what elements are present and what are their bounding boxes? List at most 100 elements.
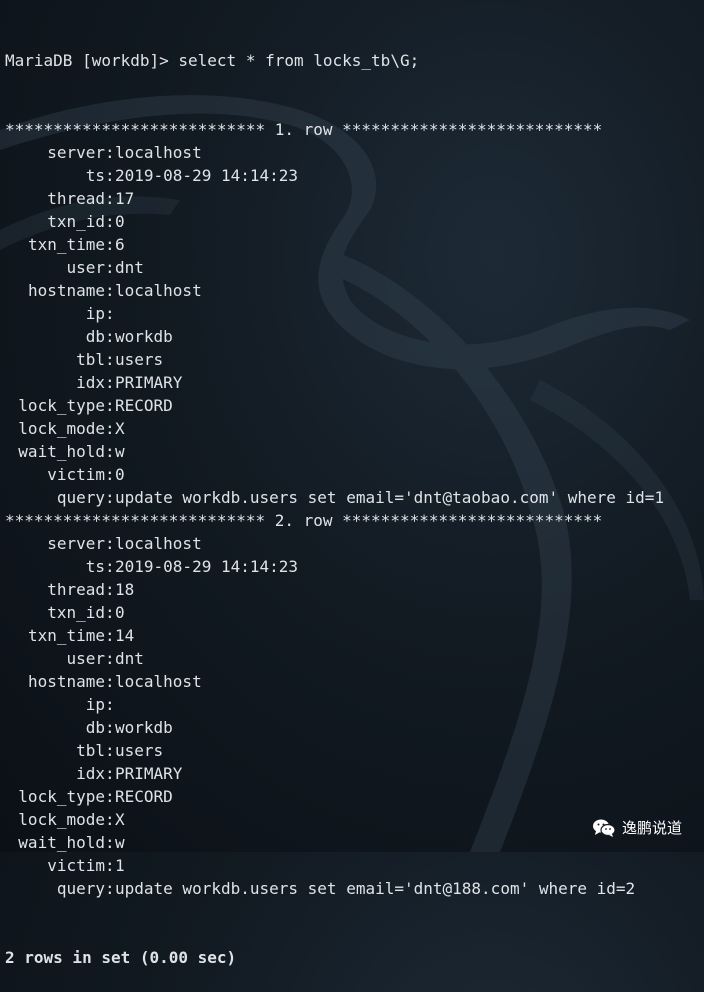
field-separator: : [105,258,115,277]
field-separator: : [105,787,115,806]
field-separator: : [105,534,115,553]
field-value: 14 [115,626,135,645]
field-key: thread [47,189,105,208]
field-key: lock_mode [18,419,105,438]
field-value: users [115,741,164,760]
field-row: txn_time:6 [5,233,704,256]
field-separator: : [105,396,115,415]
field-separator: : [105,626,115,645]
field-row: hostname:localhost [5,279,704,302]
field-row: lock_mode:X [5,417,704,440]
field-value: update workdb.users set email='dnt@188.c… [115,879,636,898]
field-key: ts [85,557,105,576]
field-row: txn_id:0 [5,210,704,233]
field-row: ts:2019-08-29 14:14:23 [5,555,704,578]
field-key: user [66,258,105,277]
field-row: idx:PRIMARY [5,371,704,394]
field-row: user:dnt [5,256,704,279]
field-row: tbl:users [5,739,704,762]
field-key: txn_id [47,603,105,622]
field-row: query:update workdb.users set email='dnt… [5,877,704,900]
field-value: 6 [115,235,125,254]
field-value: 0 [115,603,125,622]
field-key: hostname [27,672,105,691]
field-separator: : [105,879,115,898]
field-row: db:workdb [5,716,704,739]
field-row: victim:1 [5,854,704,877]
field-key: ts [85,166,105,185]
field-row: thread:18 [5,578,704,601]
field-separator: : [105,235,115,254]
field-row: user:dnt [5,647,704,670]
field-key: txn_time [27,235,105,254]
field-row: server:localhost [5,532,704,555]
field-separator: : [105,672,115,691]
field-separator: : [105,557,115,576]
field-value: workdb [115,718,173,737]
field-key: wait_hold [18,833,105,852]
field-separator: : [105,810,115,829]
field-key: query [56,879,105,898]
field-separator: : [105,350,115,369]
field-value: workdb [115,327,173,346]
field-value: localhost [115,143,202,162]
field-key: victim [47,856,105,875]
field-separator: : [105,189,115,208]
field-key: ip [85,304,105,323]
field-row: ts:2019-08-29 14:14:23 [5,164,704,187]
terminal-output: MariaDB [workdb]> select * from locks_tb… [5,3,704,992]
field-value: 1 [115,856,125,875]
field-separator: : [105,741,115,760]
field-key: lock_mode [18,810,105,829]
field-row: txn_id:0 [5,601,704,624]
field-separator: : [105,833,115,852]
field-separator: : [105,718,115,737]
field-row: txn_time:14 [5,624,704,647]
row-header: *************************** 2. row *****… [5,511,603,530]
field-value: dnt [115,258,144,277]
field-separator: : [105,856,115,875]
field-value: PRIMARY [115,373,183,392]
field-value: 0 [115,465,125,484]
field-separator: : [105,373,115,392]
field-row: idx:PRIMARY [5,762,704,785]
field-value: w [115,442,125,461]
field-key: tbl [76,350,105,369]
field-row: db:workdb [5,325,704,348]
field-key: wait_hold [18,442,105,461]
field-key: server [47,143,105,162]
field-key: tbl [76,741,105,760]
field-value: PRIMARY [115,764,183,783]
field-value: 18 [115,580,135,599]
field-separator: : [105,212,115,231]
field-row: wait_hold:w [5,440,704,463]
command-line: MariaDB [workdb]> select * from locks_tb… [5,51,420,70]
field-row: victim:0 [5,463,704,486]
field-value: RECORD [115,787,173,806]
field-value: 2019-08-29 14:14:23 [115,557,299,576]
field-value: 17 [115,189,135,208]
field-separator: : [105,327,115,346]
field-separator: : [105,649,115,668]
field-separator: : [105,442,115,461]
field-value: X [115,810,125,829]
field-value: users [115,350,164,369]
field-key: query [56,488,105,507]
wechat-icon [592,819,616,837]
watermark: 逸鹏说道 [592,817,682,838]
field-key: hostname [27,281,105,300]
field-separator: : [105,143,115,162]
field-key: lock_type [18,787,105,806]
field-row: server:localhost [5,141,704,164]
field-value: 0 [115,212,125,231]
field-separator: : [105,281,115,300]
field-key: victim [47,465,105,484]
field-row: tbl:users [5,348,704,371]
field-row: lock_type:RECORD [5,785,704,808]
watermark-text: 逸鹏说道 [621,819,682,837]
field-separator: : [105,465,115,484]
field-value: 2019-08-29 14:14:23 [115,166,299,185]
field-separator: : [105,488,115,507]
result-summary: 2 rows in set (0.00 sec) [5,948,237,967]
result-rows: *************************** 1. row *****… [5,118,704,900]
